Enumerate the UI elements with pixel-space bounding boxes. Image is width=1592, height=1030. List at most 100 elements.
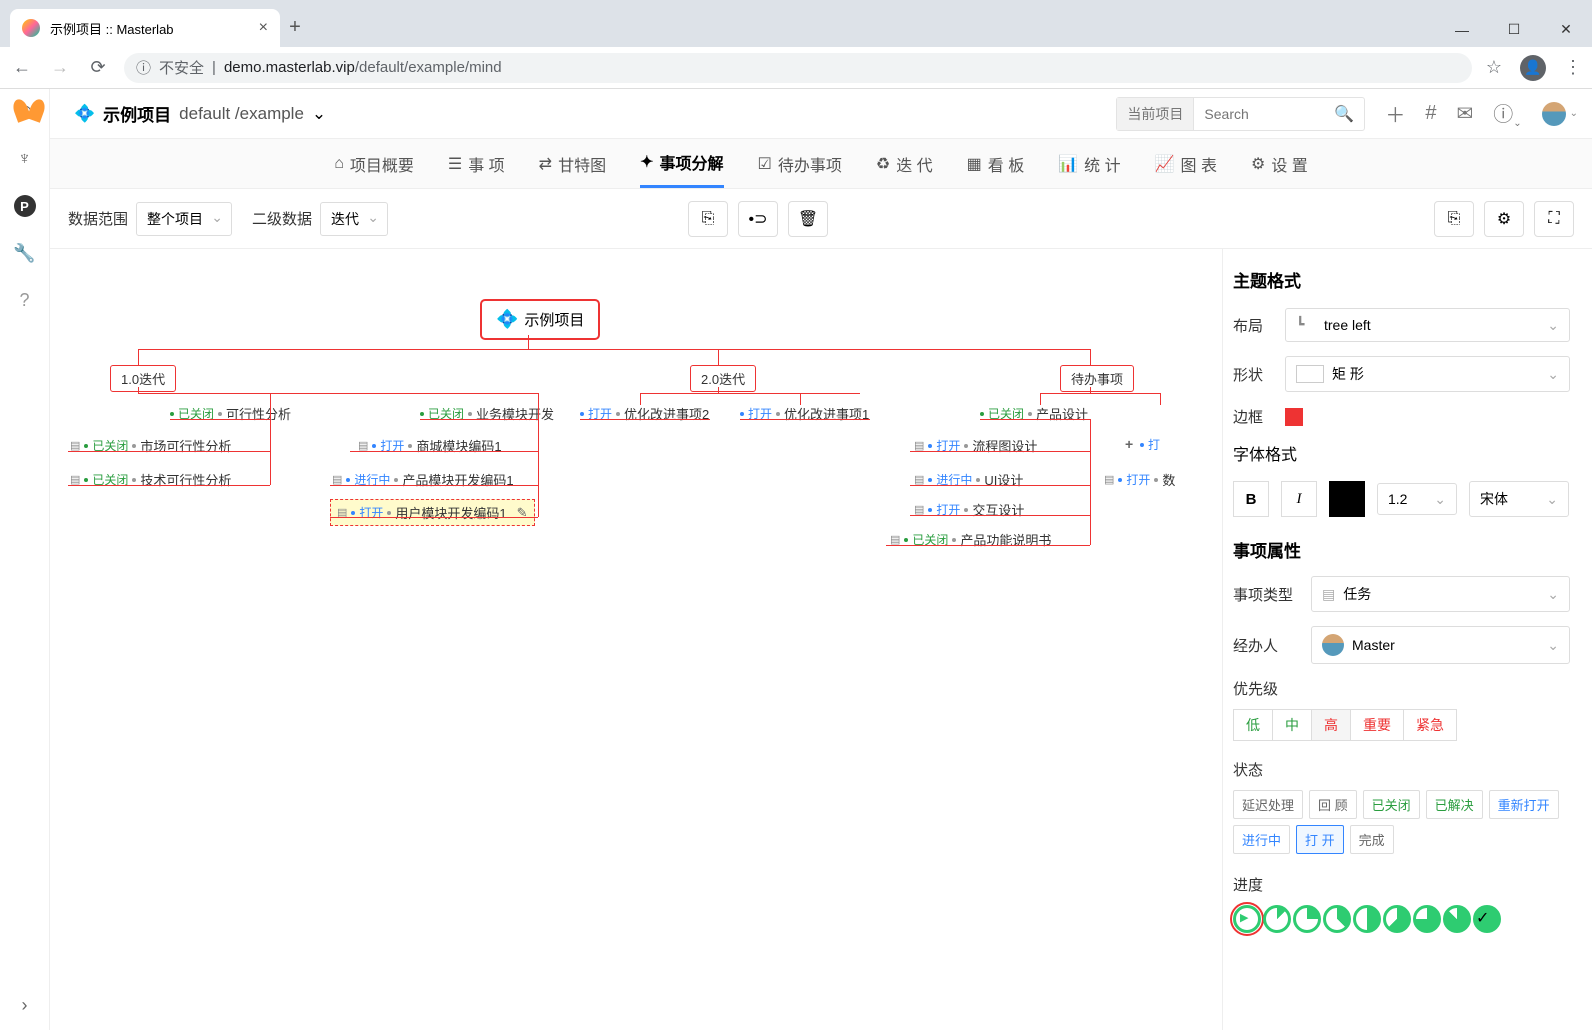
progress-4[interactable]	[1353, 905, 1381, 933]
export-button[interactable]: ⎘	[1434, 201, 1474, 237]
font-size-select[interactable]: 1.2	[1377, 483, 1457, 515]
plus-icon[interactable]: ＋	[1385, 99, 1405, 128]
leaf-node[interactable]: 打	[1140, 436, 1160, 453]
status-inprogress[interactable]: 进行中	[1233, 825, 1290, 854]
tab-overview[interactable]: ⌂项目概要	[334, 139, 414, 188]
status-open[interactable]: 打 开	[1296, 825, 1344, 854]
app-logo[interactable]	[14, 99, 44, 129]
priority-low[interactable]: 低	[1233, 709, 1273, 741]
fullscreen-button[interactable]: ⛶	[1534, 201, 1574, 237]
tab-backlog[interactable]: ☑待办事项	[758, 139, 842, 188]
search-scope-label[interactable]: 当前项目	[1117, 98, 1194, 130]
progress-8[interactable]: ✓	[1473, 905, 1501, 933]
leaf-node[interactable]: 打开优化改进事项2	[580, 404, 709, 423]
forward-button[interactable]: →	[48, 57, 72, 78]
progress-2[interactable]	[1293, 905, 1321, 933]
expand-icon[interactable]: +	[1125, 436, 1133, 452]
hash-icon[interactable]: #	[1425, 102, 1436, 125]
font-color-swatch[interactable]	[1329, 481, 1365, 517]
tool-icon[interactable]: 🔧	[13, 243, 35, 264]
priority-med[interactable]: 中	[1272, 709, 1312, 741]
expand-sidebar-icon[interactable]: ›	[22, 995, 28, 1016]
leaf-node[interactable]: ▤进行中UI设计	[914, 470, 1023, 489]
leaf-node[interactable]: ▤打开交互设计	[914, 500, 1024, 519]
progress-0[interactable]	[1233, 905, 1261, 933]
leaf-node[interactable]: ▤打开流程图设计	[914, 436, 1037, 455]
tab-stats[interactable]: 📊统 计	[1058, 139, 1120, 188]
issue-type-select[interactable]: ▤任务	[1311, 576, 1570, 612]
tab-charts[interactable]: 📈图 表	[1155, 139, 1217, 188]
status-reopen[interactable]: 重新打开	[1489, 790, 1559, 819]
mail-icon[interactable]: ✉	[1456, 101, 1473, 126]
window-minimize-icon[interactable]: —	[1436, 12, 1488, 47]
tab-issues[interactable]: ☰事 项	[448, 139, 505, 188]
priority-urgent[interactable]: 紧急	[1403, 709, 1457, 741]
leaf-node[interactable]: 已关闭业务模块开发	[420, 404, 554, 423]
branch-2[interactable]: 2.0迭代	[690, 365, 756, 392]
edit-icon[interactable]: ✎	[517, 505, 528, 521]
status-delayed[interactable]: 延迟处理	[1233, 790, 1303, 819]
reload-button[interactable]: ⟳	[86, 57, 110, 78]
back-button[interactable]: ←	[10, 57, 34, 78]
status-review[interactable]: 回 顾	[1309, 790, 1357, 819]
scope-select[interactable]: 整个项目	[136, 202, 232, 236]
bold-button[interactable]: B	[1233, 481, 1269, 517]
user-menu[interactable]: ⌄	[1542, 102, 1578, 126]
layout-select[interactable]: tree left	[1285, 308, 1570, 342]
priority-high[interactable]: 高	[1311, 709, 1351, 741]
tab-kanban[interactable]: ▦看 板	[967, 139, 1025, 188]
browser-tab[interactable]: 示例项目 :: Masterlab ×	[10, 9, 280, 47]
project-icon[interactable]: P	[14, 195, 36, 217]
url-input[interactable]: ⓘ 不安全 | demo.masterlab.vip/default/examp…	[124, 53, 1472, 83]
info-icon[interactable]: ⓘ⌄	[1493, 98, 1521, 129]
assignee-select[interactable]: Master	[1311, 626, 1570, 664]
tab-breakdown[interactable]: ✦事项分解	[640, 139, 723, 188]
leaf-node[interactable]: ▤已关闭技术可行性分析	[70, 470, 231, 489]
progress-6[interactable]	[1413, 905, 1441, 933]
new-tab-button[interactable]: +	[280, 16, 310, 39]
add-sibling-button[interactable]: ⎘	[688, 201, 728, 237]
tab-settings[interactable]: ⚙设 置	[1251, 139, 1308, 188]
close-tab-icon[interactable]: ×	[259, 19, 268, 37]
settings-button[interactable]: ⚙	[1484, 201, 1524, 237]
selected-node[interactable]: ▤打开用户模块开发编码1✎	[330, 499, 535, 526]
profile-icon[interactable]: 👤	[1520, 55, 1546, 81]
border-color-swatch[interactable]	[1285, 408, 1303, 426]
project-selector[interactable]: 💠 示例项目 default /example ⌄	[74, 101, 326, 126]
help-icon[interactable]: ?	[19, 290, 29, 311]
leaf-node[interactable]: 已关闭可行性分析	[170, 404, 291, 423]
leaf-node[interactable]: ▤已关闭市场可行性分析	[70, 436, 231, 455]
font-family-select[interactable]: 宋体	[1469, 481, 1569, 517]
level2-select[interactable]: 迭代	[320, 202, 388, 236]
italic-button[interactable]: I	[1281, 481, 1317, 517]
search-icon[interactable]: 🔍	[1324, 104, 1364, 124]
branch-1[interactable]: 1.0迭代	[110, 365, 176, 392]
add-child-button[interactable]: •⊃	[738, 201, 778, 237]
tab-iteration[interactable]: ♻迭 代	[876, 139, 933, 188]
root-node[interactable]: 💠 示例项目	[480, 299, 600, 340]
star-icon[interactable]: ☆	[1486, 57, 1502, 78]
branch-3[interactable]: 待办事项	[1060, 365, 1134, 392]
menu-icon[interactable]: ⋮	[1564, 57, 1582, 78]
window-maximize-icon[interactable]: ☐	[1488, 12, 1540, 47]
window-close-icon[interactable]: ✕	[1540, 12, 1592, 47]
status-done[interactable]: 完成	[1350, 825, 1394, 854]
leaf-node[interactable]: ▤已关闭产品功能说明书	[890, 530, 1051, 549]
progress-5[interactable]	[1383, 905, 1411, 933]
hierarchy-icon[interactable]: ♆	[18, 148, 32, 169]
progress-1[interactable]	[1263, 905, 1291, 933]
leaf-node[interactable]: 打开优化改进事项1	[740, 404, 869, 423]
search-input[interactable]	[1194, 106, 1324, 122]
priority-important[interactable]: 重要	[1350, 709, 1404, 741]
shape-select[interactable]: 矩 形	[1285, 356, 1570, 392]
status-solved[interactable]: 已解决	[1426, 790, 1483, 819]
leaf-node[interactable]: 已关闭产品设计	[980, 404, 1088, 423]
leaf-node[interactable]: ▤打开商城模块编码1	[358, 436, 502, 455]
delete-button[interactable]: 🗑	[788, 201, 828, 237]
leaf-node[interactable]: ▤打开数	[1104, 470, 1175, 489]
progress-3[interactable]	[1323, 905, 1351, 933]
status-closed[interactable]: 已关闭	[1363, 790, 1420, 819]
tab-gantt[interactable]: ⇄甘特图	[539, 139, 606, 188]
mindmap-canvas[interactable]: 💠 示例项目 1.0迭代 2.0迭代 待办事项 已关闭可行性分析 ▤已关闭市场可…	[50, 249, 1222, 1030]
leaf-node[interactable]: ▤进行中产品模块开发编码1	[332, 470, 514, 489]
